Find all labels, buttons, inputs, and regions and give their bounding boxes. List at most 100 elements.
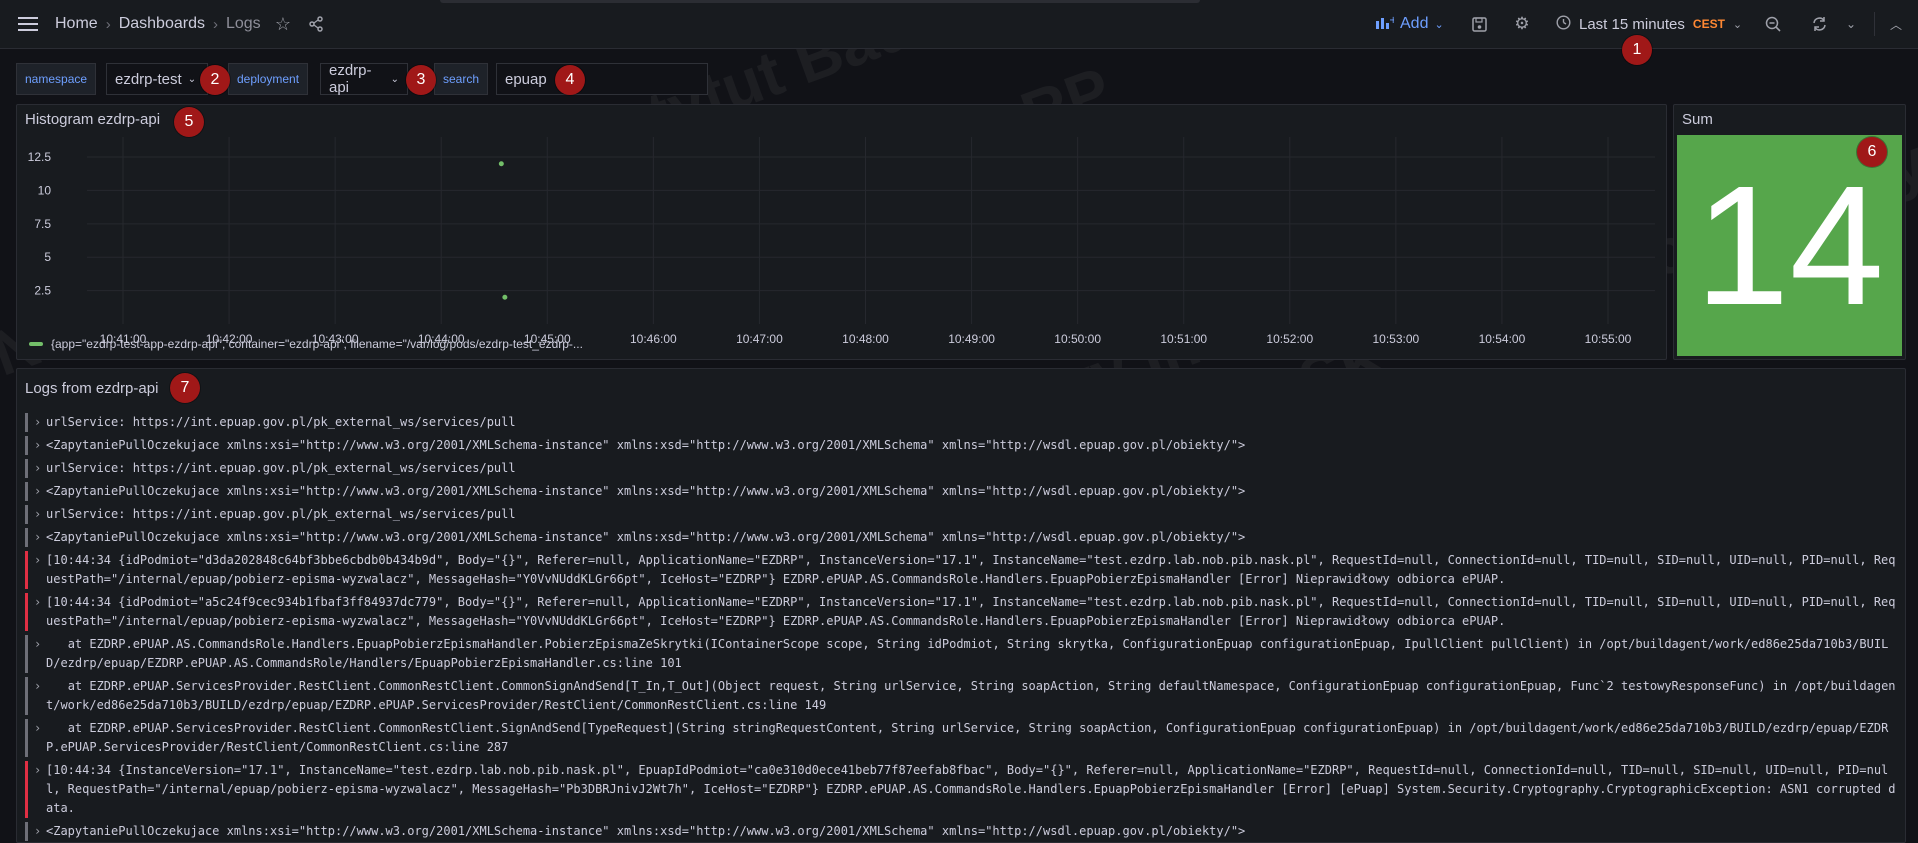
- breadcrumb-home[interactable]: Home: [55, 15, 98, 33]
- annotation-marker-2: 2: [200, 65, 230, 95]
- expand-chevron-icon[interactable]: ›: [34, 551, 46, 589]
- expand-chevron-icon[interactable]: ›: [34, 822, 46, 841]
- deployment-label: deployment: [228, 63, 309, 95]
- data-point[interactable]: [498, 161, 504, 167]
- deployment-dropdown[interactable]: ezdrp-api ⌄: [320, 62, 408, 96]
- expand-chevron-icon[interactable]: ›: [34, 719, 46, 757]
- log-line[interactable]: › [10:44:34 {idPodmiot="d3da202848c64bf3b…: [25, 549, 1897, 591]
- namespace-value: ezdrp-test: [115, 70, 182, 88]
- log-line[interactable]: › <ZapytaniePullOczekujace xmlns:xsi="htt…: [25, 526, 1897, 549]
- expand-chevron-icon[interactable]: ›: [34, 436, 46, 455]
- menu-icon[interactable]: [14, 0, 42, 48]
- log-line-text: [10:44:34 {idPodmiot="d3da202848c64bf3bb…: [46, 553, 1896, 586]
- expand-chevron-icon[interactable]: ›: [34, 635, 46, 673]
- histogram-title: Histogram ezdrp-api: [25, 111, 161, 128]
- variable-deployment: deployment: [228, 63, 309, 95]
- chevron-right-icon: ›: [212, 15, 218, 33]
- log-line[interactable]: › urlService: https://int.epuap.gov.pl/pk…: [25, 411, 1897, 434]
- expand-chevron-icon[interactable]: ›: [34, 677, 46, 715]
- log-line-text: [10:44:34 {InstanceVersion="17.1", Insta…: [46, 763, 1896, 815]
- chevron-down-icon: ⌄: [1434, 18, 1444, 31]
- time-range-label: Last 15 minutes: [1579, 15, 1685, 33]
- chevron-down-icon: ⌄: [390, 73, 399, 85]
- star-icon[interactable]: ☆: [272, 0, 294, 48]
- timezone-badge: CEST: [1692, 17, 1725, 31]
- add-button[interactable]: + Add ⌄: [1376, 0, 1444, 48]
- log-line-text: <ZapytaniePullOczekujace xmlns:xsi="http…: [46, 824, 1246, 838]
- log-line-text: [10:44:34 {idPodmiot="a5c24f9cec934b1fba…: [46, 595, 1896, 628]
- legend-swatch: [29, 342, 43, 346]
- toolbar-divider: [1874, 12, 1875, 36]
- log-line[interactable]: › urlService: https://int.epuap.gov.pl/pk…: [25, 503, 1897, 526]
- namespace-select[interactable]: ezdrp-test ⌄: [106, 63, 208, 95]
- histogram-legend[interactable]: {app="ezdrp-test-app-ezdrp-api", contain…: [29, 337, 583, 351]
- deployment-select[interactable]: ezdrp-api ⌄: [320, 62, 408, 96]
- gear-icon[interactable]: ⚙: [1511, 0, 1533, 48]
- stat-value-box: 14: [1677, 135, 1902, 356]
- histogram-panel: Histogram ezdrp-api 2.5 5 7.5 10 12.5 10:41:0…: [16, 104, 1667, 360]
- add-button-label: Add: [1400, 15, 1429, 32]
- chevron-down-icon: ⌄: [187, 73, 197, 85]
- x-tick-label: 10:52:00: [1266, 332, 1313, 346]
- annotation-marker-1: 1: [1622, 35, 1652, 65]
- variable-namespace: namespace: [16, 63, 97, 95]
- log-line[interactable]: › [10:44:34 {idPodmiot="a5c24f9cec934b1fb…: [25, 591, 1897, 633]
- expand-chevron-icon[interactable]: ›: [34, 761, 46, 818]
- annotation-marker-6: 6: [1857, 137, 1887, 167]
- breadcrumb-dashboards[interactable]: Dashboards: [119, 15, 205, 33]
- svg-text:+: +: [1389, 15, 1394, 26]
- share-icon[interactable]: [305, 0, 327, 48]
- refresh-interval-chevron-icon[interactable]: ⌄: [1842, 0, 1860, 48]
- stat-value: 14: [1694, 150, 1885, 341]
- expand-chevron-icon[interactable]: ›: [34, 505, 46, 524]
- log-line[interactable]: › [10:44:34 {InstanceVersion="17.1", Inst…: [25, 759, 1897, 820]
- log-line[interactable]: › urlService: https://int.epuap.gov.pl/pk…: [25, 457, 1897, 480]
- search-label: search: [434, 63, 489, 95]
- log-line[interactable]: › <ZapytaniePullOczekujace xmlns:xsi="htt…: [25, 480, 1897, 503]
- breadcrumb: Home › Dashboards › Logs: [55, 0, 261, 48]
- log-level-bar: [25, 505, 28, 524]
- search-field[interactable]: [496, 63, 708, 95]
- data-point[interactable]: [502, 294, 508, 300]
- namespace-dropdown[interactable]: ezdrp-test ⌄: [106, 63, 208, 95]
- log-line[interactable]: › at EZDRP.ePUAP.AS.CommandsRole.Handler…: [25, 633, 1897, 675]
- log-line-text: urlService: https://int.epuap.gov.pl/pk_…: [46, 415, 516, 429]
- log-line[interactable]: › <ZapytaniePullOczekujace xmlns:xsi="htt…: [25, 434, 1897, 457]
- log-line-text: urlService: https://int.epuap.gov.pl/pk_…: [46, 507, 516, 521]
- expand-chevron-icon[interactable]: ›: [34, 593, 46, 631]
- chevron-up-icon[interactable]: ︿: [1884, 0, 1908, 48]
- log-level-bar: [25, 635, 28, 673]
- top-decoration: [440, 0, 1200, 3]
- zoom-out-icon[interactable]: [1762, 0, 1784, 48]
- chevron-down-icon: ⌄: [1732, 18, 1743, 31]
- logs-panel: Logs from ezdrp-api › urlService: https:/…: [16, 368, 1906, 843]
- save-icon[interactable]: [1468, 0, 1490, 48]
- chevron-right-icon: ›: [105, 15, 111, 33]
- log-level-bar: [25, 436, 28, 455]
- histogram-chart: 2.557.51012.510:41:00 10:42:00 10:43:00 10:…: [28, 137, 1655, 346]
- log-line[interactable]: › <ZapytaniePullOczekujace xmlns:xsi="htt…: [25, 820, 1897, 842]
- annotation-marker-3: 3: [406, 65, 436, 95]
- x-tick-label: 10:55:00: [1585, 332, 1632, 346]
- deployment-value: ezdrp-api: [329, 62, 372, 96]
- refresh-icon[interactable]: [1807, 0, 1831, 48]
- expand-chevron-icon[interactable]: ›: [34, 482, 46, 501]
- legend-label: {app="ezdrp-test-app-ezdrp-api", contain…: [51, 337, 583, 351]
- expand-chevron-icon[interactable]: ›: [34, 459, 46, 478]
- logs-title: Logs from ezdrp-api: [25, 380, 159, 397]
- log-list[interactable]: › urlService: https://int.epuap.gov.pl/pk…: [25, 411, 1897, 842]
- log-line-text: urlService: https://int.epuap.gov.pl/pk_…: [46, 461, 516, 475]
- log-line[interactable]: › at EZDRP.ePUAP.ServicesProvider.RestCl…: [25, 675, 1897, 717]
- log-level-bar: [25, 482, 28, 501]
- log-level-bar: [25, 719, 28, 757]
- log-level-bar: [25, 459, 28, 478]
- y-tick-label: 10: [38, 183, 52, 197]
- log-line[interactable]: › at EZDRP.ePUAP.ServicesProvider.RestCl…: [25, 717, 1897, 759]
- x-tick-label: 10:48:00: [842, 332, 889, 346]
- log-line-text: at EZDRP.ePUAP.ServicesProvider.RestClie…: [46, 721, 1889, 754]
- log-line-text: at EZDRP.ePUAP.AS.CommandsRole.Handlers.…: [46, 637, 1889, 670]
- expand-chevron-icon[interactable]: ›: [34, 413, 46, 432]
- expand-chevron-icon[interactable]: ›: [34, 528, 46, 547]
- annotation-marker-7: 7: [170, 373, 200, 403]
- search-input[interactable]: [496, 63, 708, 95]
